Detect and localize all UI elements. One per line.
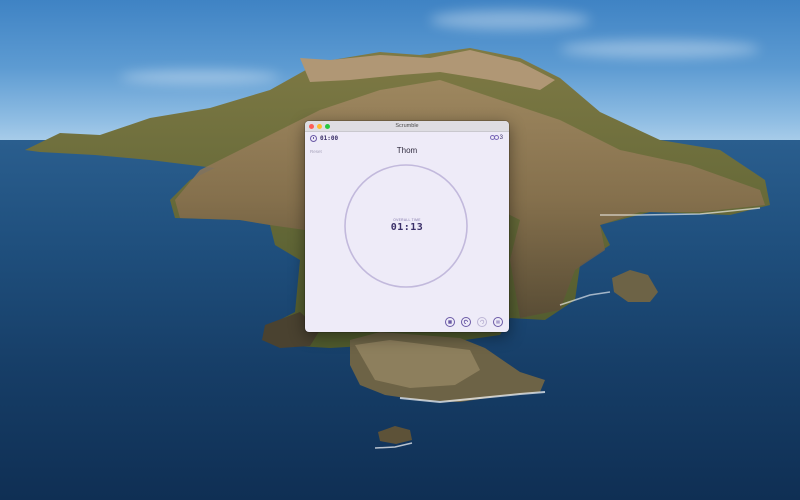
previous-icon [463, 319, 468, 324]
next-button[interactable] [477, 317, 487, 327]
current-speaker-name: Thom [396, 146, 418, 155]
timebox-summary[interactable]: 01:00 [310, 135, 338, 142]
window-title: Scrumble [395, 123, 419, 129]
title-bar[interactable]: Scrumble [305, 121, 509, 132]
overall-time-value: 01:13 [390, 222, 424, 233]
participants-button[interactable]: 3 [489, 135, 503, 141]
next-icon [480, 319, 485, 324]
people-icon [489, 135, 499, 141]
playback-controls [445, 317, 503, 327]
previous-button[interactable] [461, 317, 471, 327]
top-bar: 01:00 3 [305, 132, 509, 146]
stop-icon [448, 320, 452, 324]
app-window: Scrumble 01:00 3 Reset Thom OVERALL TIME… [305, 121, 509, 332]
participant-count: 3 [499, 135, 503, 141]
timebox-value: 01:00 [320, 135, 339, 142]
stop-button[interactable] [445, 317, 455, 327]
pause-button[interactable] [493, 317, 503, 327]
pause-icon [496, 320, 500, 324]
clock-icon [310, 135, 317, 142]
